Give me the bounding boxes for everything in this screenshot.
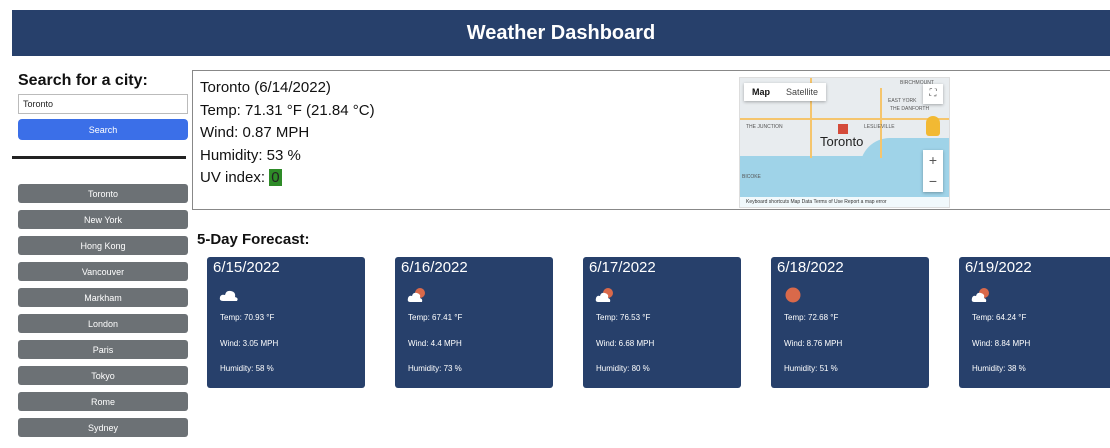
map-tab-satellite[interactable]: Satellite: [778, 83, 826, 101]
forecast-wind: Wind: 8.84 MPH: [972, 339, 1031, 348]
forecast-date: 6/18/2022: [777, 259, 844, 276]
city-button-vancouver[interactable]: Vancouver: [18, 262, 188, 281]
map-label: EAST YORK: [888, 98, 917, 104]
city-button-london[interactable]: London: [18, 314, 188, 333]
city-button-hong-kong[interactable]: Hong Kong: [18, 236, 188, 255]
map-zoom-controls: + −: [923, 150, 943, 192]
forecast-humidity: Humidity: 38 %: [972, 364, 1026, 373]
city-button-tokyo[interactable]: Tokyo: [18, 366, 188, 385]
current-uv: UV index: 0: [200, 167, 375, 190]
partly-cloudy-icon: [595, 288, 613, 302]
forecast-temp: Temp: 64.24 °F: [972, 313, 1027, 322]
current-temp: Temp: 71.31 °F (21.84 °C): [200, 101, 375, 119]
app-header: Weather Dashboard: [12, 10, 1110, 56]
pegman-icon[interactable]: [926, 116, 940, 136]
zoom-in-button[interactable]: +: [923, 150, 943, 171]
forecast-humidity: Humidity: 80 %: [596, 364, 650, 373]
city-button-paris[interactable]: Paris: [18, 340, 188, 359]
map-city-label: Toronto: [820, 134, 864, 149]
city-history-list: Toronto New York Hong Kong Vancouver Mar…: [18, 184, 188, 444]
map-label: BICOKE: [742, 174, 761, 180]
current-weather-info: Toronto (6/14/2022) Temp: 71.31 °F (21.8…: [200, 77, 375, 190]
partly-cloudy-icon: [407, 288, 425, 302]
forecast-date: 6/15/2022: [213, 259, 280, 276]
forecast-temp: Temp: 67.41 °F: [408, 313, 463, 322]
forecast-temp: Temp: 72.68 °F: [784, 313, 839, 322]
forecast-wind: Wind: 4.4 MPH: [408, 339, 462, 348]
city-map[interactable]: EAST YORK THE DANFORTH THE JUNCTION LESL…: [739, 77, 950, 208]
map-label: THE JUNCTION: [746, 124, 783, 130]
search-button[interactable]: Search: [18, 119, 188, 140]
cloud-icon: [219, 290, 238, 301]
forecast-card: 6/18/2022 Temp: 72.68 °F Wind: 8.76 MPH …: [771, 257, 929, 388]
sidebar: Search for a city: Search Toronto New Yo…: [12, 72, 188, 437]
forecast-title: 5-Day Forecast:: [197, 231, 310, 248]
city-button-markham[interactable]: Markham: [18, 288, 188, 307]
forecast-humidity: Humidity: 58 %: [220, 364, 274, 373]
city-button-sydney[interactable]: Sydney: [18, 418, 188, 437]
forecast-date: 6/19/2022: [965, 259, 1032, 276]
map-footer[interactable]: Keyboard shortcuts Map Data Terms of Use…: [740, 197, 949, 207]
forecast-wind: Wind: 6.68 MPH: [596, 339, 655, 348]
current-weather-panel: Toronto (6/14/2022) Temp: 71.31 °F (21.8…: [192, 70, 1110, 210]
map-road: [740, 118, 949, 120]
city-button-toronto[interactable]: Toronto: [18, 184, 188, 203]
forecast-card: 6/17/2022 Temp: 76.53 °F Wind: 6.68 MPH …: [583, 257, 741, 388]
partly-cloudy-icon: [971, 288, 989, 302]
forecast-card: 6/15/2022 Temp: 70.93 °F Wind: 3.05 MPH …: [207, 257, 365, 388]
current-wind: Wind: 0.87 MPH: [200, 124, 310, 141]
forecast-date: 6/17/2022: [589, 259, 656, 276]
map-label: THE DANFORTH: [890, 106, 930, 112]
forecast-humidity: Humidity: 51 %: [784, 364, 838, 373]
forecast-temp: Temp: 70.93 °F: [220, 313, 275, 322]
sun-icon: [785, 287, 801, 303]
map-marker-icon: [838, 124, 848, 134]
search-title: Search for a city:: [18, 72, 148, 89]
map-type-tabs: Map Satellite: [744, 83, 827, 101]
map-road: [880, 88, 882, 158]
forecast-wind: Wind: 8.76 MPH: [784, 339, 843, 348]
forecast-card: 6/19/2022 Temp: 64.24 °F Wind: 8.84 MPH …: [959, 257, 1110, 388]
current-humidity: Humidity: 53 %: [200, 146, 301, 164]
forecast-temp: Temp: 76.53 °F: [596, 313, 651, 322]
current-city-date: Toronto (6/14/2022): [200, 79, 331, 96]
city-button-rome[interactable]: Rome: [18, 392, 188, 411]
forecast-card: 6/16/2022 Temp: 67.41 °F Wind: 4.4 MPH H…: [395, 257, 553, 388]
map-tab-map[interactable]: Map: [744, 83, 778, 101]
search-input[interactable]: [18, 94, 188, 114]
zoom-out-button[interactable]: −: [923, 171, 943, 192]
city-button-new-york[interactable]: New York: [18, 210, 188, 229]
page-title: Weather Dashboard: [466, 21, 656, 44]
forecast-date: 6/16/2022: [401, 259, 468, 276]
forecast-wind: Wind: 3.05 MPH: [220, 339, 279, 348]
uv-label: UV index:: [200, 169, 270, 186]
forecast-humidity: Humidity: 73 %: [408, 364, 462, 373]
uv-badge: 0: [269, 169, 282, 186]
sidebar-divider: [12, 156, 186, 159]
map-label: LESLIEVILLE: [864, 124, 895, 130]
fullscreen-icon[interactable]: ⛶: [923, 84, 943, 104]
